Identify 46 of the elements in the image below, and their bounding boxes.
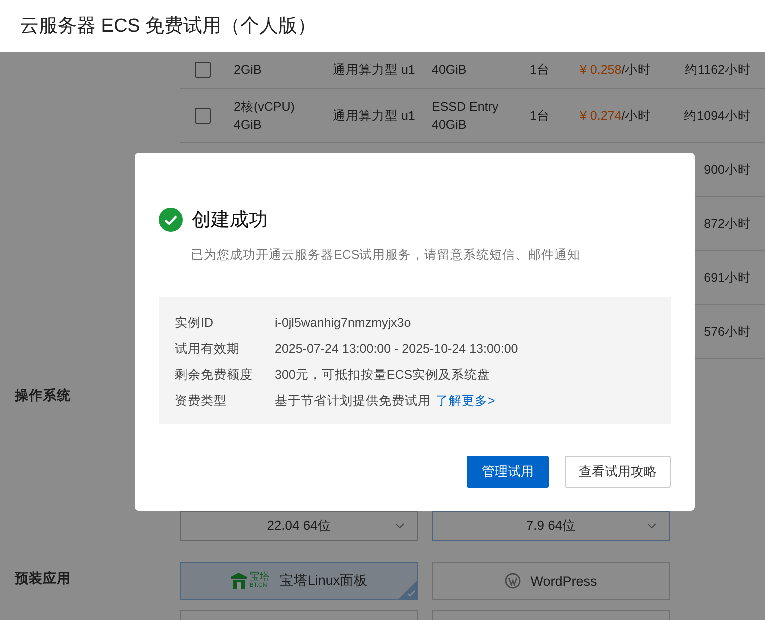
price-cell-text: ¥ 0.274/小时 bbox=[580, 108, 652, 124]
detail-value: 2025-07-24 13:00:00 - 2025-10-24 13:00:00 bbox=[275, 341, 518, 358]
hours-cell-text: 约1094小时 bbox=[684, 108, 752, 124]
caret-icon bbox=[395, 523, 405, 529]
trial-guide-button[interactable]: 查看试用攻略 bbox=[565, 456, 671, 488]
quantity-cell-text: 1台 bbox=[530, 62, 551, 79]
row-checkbox[interactable] bbox=[195, 108, 211, 124]
hours-cell-text: 691小时 bbox=[704, 270, 752, 286]
hours-cell-text: 872小时 bbox=[704, 216, 752, 232]
spec-cell-text: 2GiB bbox=[234, 62, 263, 79]
version-select[interactable]: 22.04 64位 bbox=[180, 511, 418, 541]
instance-family-cell-text: 通用算力型 u1 bbox=[333, 62, 416, 79]
section-label: 操作系统 bbox=[14, 387, 72, 405]
detail-value: 基于节省计划提供免费试用 bbox=[275, 393, 431, 410]
hours-cell-text: 约1162小时 bbox=[685, 62, 752, 79]
detail-label: 资费类型 bbox=[175, 393, 228, 410]
instance-family-cell-text: 通用算力型 u1 bbox=[333, 108, 416, 124]
learn-more-link[interactable]: 了解更多> bbox=[436, 392, 496, 410]
detail-value: 300元，可抵扣按量ECS实例及系统盘 bbox=[275, 367, 491, 384]
detail-value: i-0jl5wanhig7nmzmyjx3o bbox=[275, 315, 412, 332]
page-title: 云服务器 ECS 免费试用（个人版） bbox=[20, 15, 317, 39]
dialog-title: 创建成功 bbox=[192, 209, 268, 233]
logo-text: 宝塔 bbox=[250, 573, 270, 583]
caret-icon bbox=[647, 523, 657, 529]
check-corner-icon bbox=[399, 581, 417, 599]
quantity-cell-text: 1台 bbox=[530, 108, 551, 124]
box-logo-icon bbox=[230, 572, 248, 590]
app-name: WordPress bbox=[530, 574, 598, 588]
row-checkbox[interactable] bbox=[195, 62, 211, 78]
detail-label: 实例ID bbox=[175, 315, 214, 332]
version-select[interactable]: 7.9 64位 bbox=[432, 511, 670, 541]
hours-cell-text: 576小时 bbox=[704, 324, 752, 340]
manage-trial-button[interactable]: 管理试用 bbox=[467, 456, 549, 488]
price-cell-text: ¥ 0.258/小时 bbox=[580, 62, 652, 79]
spec-cell-text: 2核(vCPU) 4GiB bbox=[234, 98, 296, 134]
detail-label: 剩余免费额度 bbox=[175, 367, 254, 384]
dialog-message: 已为您成功开通云服务器ECS试用服务，请留意系统短信、邮件通知 bbox=[191, 247, 582, 264]
app-name: 宝塔Linux面板 bbox=[280, 572, 368, 590]
detail-label: 试用有效期 bbox=[175, 341, 241, 358]
disk-cell-text: 40GiB bbox=[432, 62, 468, 79]
success-check-icon bbox=[159, 208, 183, 232]
app-card[interactable]: WordPress bbox=[432, 562, 670, 600]
hours-cell-text: 900小时 bbox=[704, 162, 752, 178]
section-label: 预装应用 bbox=[14, 570, 72, 588]
wordpress-logo-icon bbox=[504, 573, 521, 589]
disk-cell-text: ESSD Entry 40GiB bbox=[432, 98, 500, 134]
